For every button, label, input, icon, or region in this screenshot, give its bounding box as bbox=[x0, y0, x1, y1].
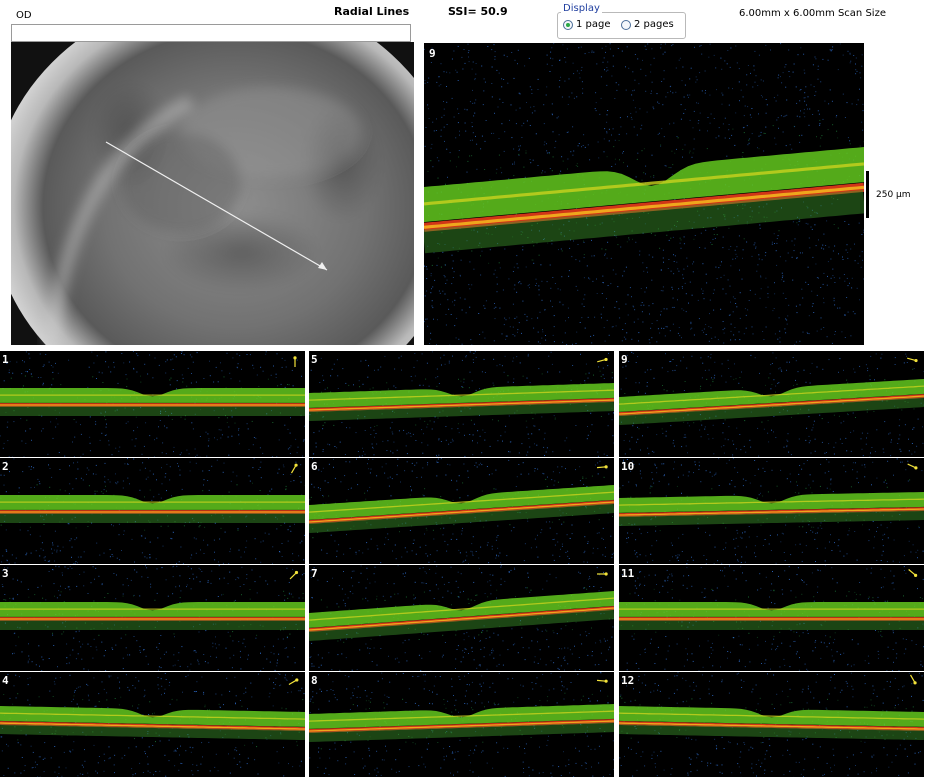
thumbnail-number: 12 bbox=[621, 674, 634, 687]
thumbnail-scan-4[interactable]: 4 bbox=[0, 672, 305, 778]
thumbnail-number: 8 bbox=[311, 674, 318, 687]
eye-label: OD bbox=[16, 10, 32, 21]
display-option-label: 1 page bbox=[576, 19, 611, 30]
main-bscan: 9 bbox=[424, 43, 864, 345]
scan-mode-title: Radial Lines bbox=[334, 5, 409, 18]
thumbnail-number: 3 bbox=[2, 567, 9, 580]
thumbnail-number: 5 bbox=[311, 353, 318, 366]
thumbnail-scan-12[interactable]: 12 bbox=[619, 672, 924, 778]
thumbnail-scan-9[interactable]: 9 bbox=[619, 351, 924, 457]
thumbnail-number: 6 bbox=[311, 460, 318, 473]
display-option-label: 2 pages bbox=[634, 19, 674, 30]
thumbnail-scan-5[interactable]: 5 bbox=[309, 351, 614, 457]
thumbnail-scan-8[interactable]: 8 bbox=[309, 672, 614, 778]
thumbnail-scan-11[interactable]: 11 bbox=[619, 565, 924, 671]
thumbnail-number: 1 bbox=[2, 353, 9, 366]
thumbnail-scan-7[interactable]: 7 bbox=[309, 565, 614, 671]
fundus-toolbar bbox=[11, 24, 411, 42]
thumbnail-scan-10[interactable]: 10 bbox=[619, 458, 924, 564]
display-legend: Display bbox=[561, 3, 602, 14]
ssi-value: SSI= 50.9 bbox=[448, 5, 508, 18]
thumbnail-number: 9 bbox=[621, 353, 628, 366]
thumbnail-scan-3[interactable]: 3 bbox=[0, 565, 305, 671]
thumbnail-number: 2 bbox=[2, 460, 9, 473]
display-option-1-page[interactable]: 1 page bbox=[563, 19, 611, 30]
main-scan-number: 9 bbox=[429, 47, 436, 60]
scale-bar bbox=[866, 171, 869, 218]
thumbnail-scan-2[interactable]: 2 bbox=[0, 458, 305, 564]
scale-label: 250 µm bbox=[876, 190, 911, 200]
thumbnail-number: 4 bbox=[2, 674, 9, 687]
scan-size-label: 6.00mm x 6.00mm Scan Size bbox=[739, 8, 886, 19]
radio-unselected-icon[interactable] bbox=[621, 20, 631, 30]
thumbnail-number: 7 bbox=[311, 567, 318, 580]
thumbnail-scan-6[interactable]: 6 bbox=[309, 458, 614, 564]
radio-selected-icon[interactable] bbox=[563, 20, 573, 30]
thumbnail-scan-1[interactable]: 1 bbox=[0, 351, 305, 457]
fundus-image bbox=[11, 42, 414, 345]
display-option-2-pages[interactable]: 2 pages bbox=[621, 19, 674, 30]
thumbnail-number: 10 bbox=[621, 460, 634, 473]
display-group: 1 page 2 pages bbox=[557, 12, 686, 39]
thumbnail-number: 11 bbox=[621, 567, 634, 580]
